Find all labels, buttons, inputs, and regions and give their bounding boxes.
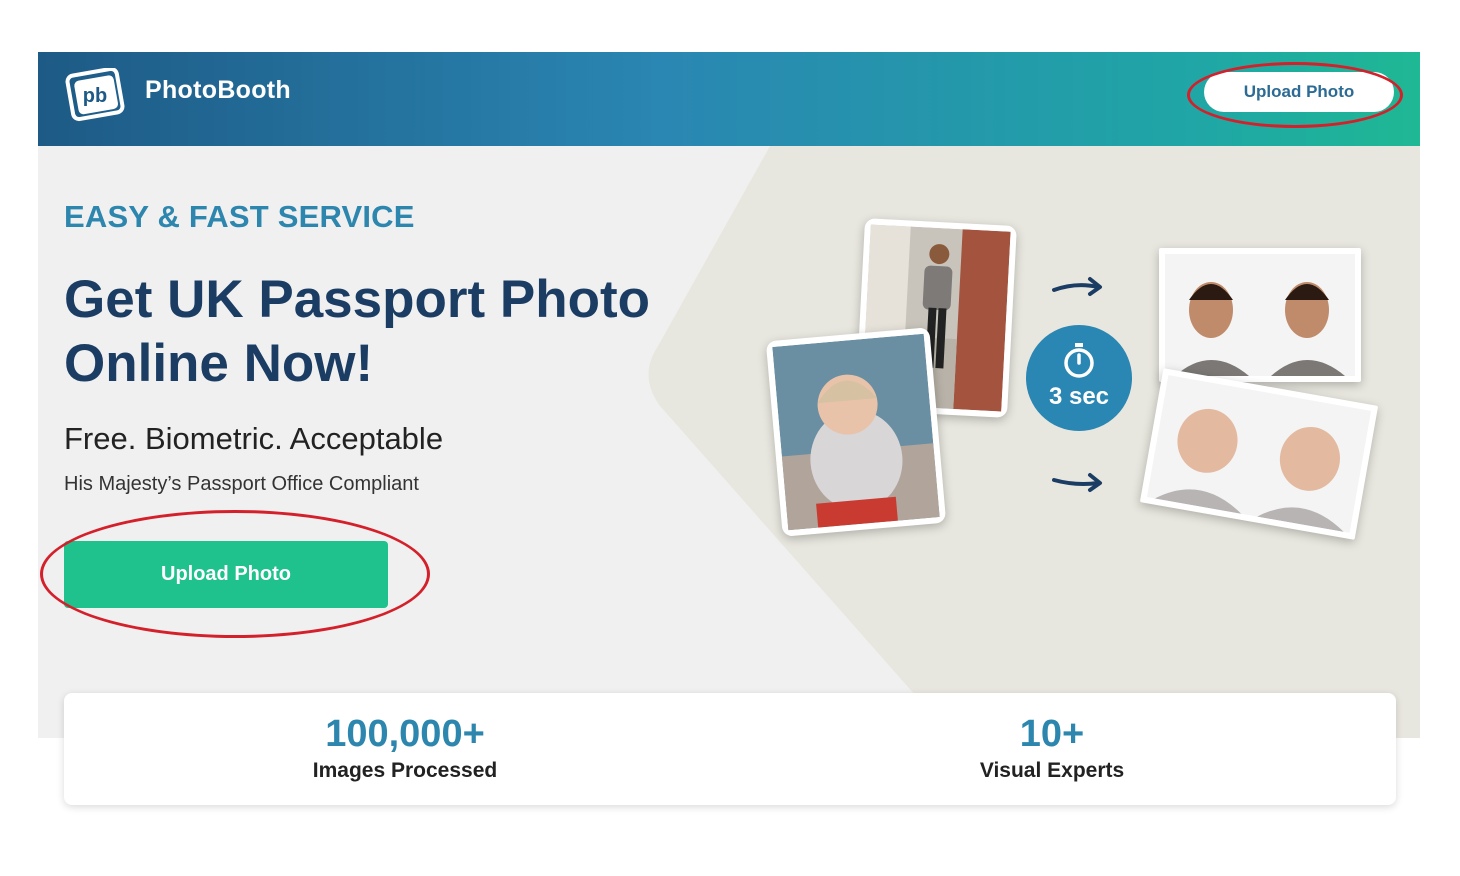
timer-label: 3 sec — [1048, 383, 1110, 410]
hero-eyebrow: EASY & FAST SERVICE — [64, 199, 415, 234]
hero-headline-line1: Get UK Passport Photo — [64, 270, 651, 329]
stat-images-processed: 100,000+ Images Processed — [235, 711, 575, 783]
stat-value: 100,000+ — [325, 713, 485, 755]
hero-headline-line2: Online Now! — [64, 334, 374, 393]
arrow-right-icon — [1052, 277, 1102, 296]
hero-headline: Get UK Passport Photo Online Now! — [64, 268, 684, 396]
source-photo-baby — [765, 327, 947, 537]
stopwatch-icon — [1064, 343, 1094, 378]
stats-bar: 100,000+ Images Processed 10+ Visual Exp… — [64, 693, 1396, 805]
header-upload-photo-button[interactable]: Upload Photo — [1204, 72, 1394, 112]
brand-name[interactable]: PhotoBooth — [145, 76, 291, 105]
stat-visual-experts: 10+ Visual Experts — [882, 711, 1222, 783]
site-header: pb PhotoBooth Upload Photo — [38, 52, 1420, 146]
stat-value: 10+ — [1019, 713, 1085, 755]
logo-text: pb — [83, 85, 107, 107]
result-sheet-man — [1159, 248, 1361, 382]
photobooth-logo-icon[interactable]: pb — [64, 68, 126, 122]
page-frame: pb PhotoBooth Upload Photo EASY & FAST S… — [38, 52, 1420, 738]
hero-upload-photo-button[interactable]: Upload Photo — [64, 541, 388, 608]
timer-badge: 3 sec — [1026, 325, 1132, 431]
stat-label: Images Processed — [312, 759, 498, 782]
arrow-right-icon — [1052, 473, 1102, 492]
hero-subhead: Free. Biometric. Acceptable — [64, 421, 444, 456]
stat-label: Visual Experts — [979, 759, 1125, 782]
compliance-text: His Majesty’s Passport Office Compliant — [64, 473, 419, 495]
